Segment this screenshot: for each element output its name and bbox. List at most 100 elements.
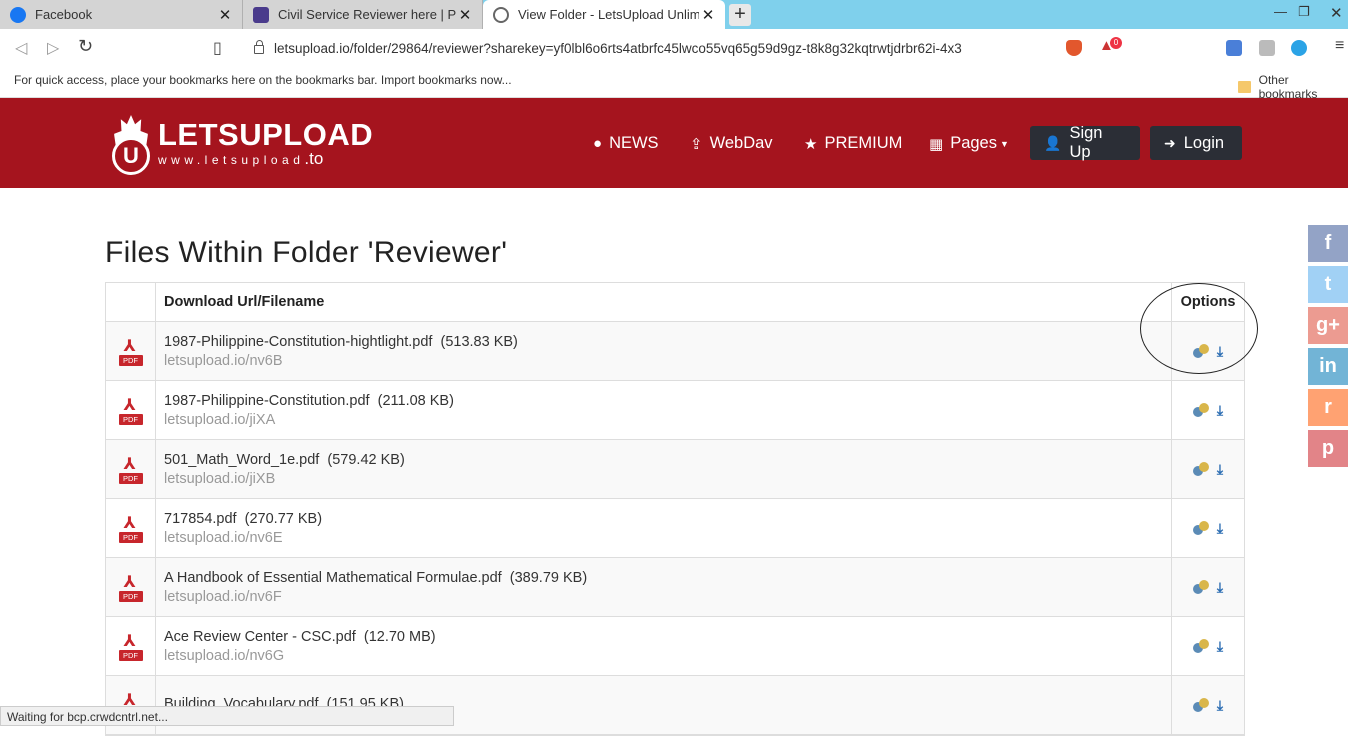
file-name-link[interactable]: 1987-Philippine-Constitution-hightlight.… xyxy=(164,334,432,350)
skype-icon[interactable] xyxy=(1291,40,1307,56)
table-row: ⅄ PDF 717854.pdf (270.77 KB) letsupload.io/… xyxy=(106,499,1244,558)
address-bar[interactable]: letsupload.io/folder/29864/reviewer?shar… xyxy=(242,34,1054,62)
brave-shield-icon[interactable] xyxy=(1066,40,1082,56)
file-name-link[interactable]: 1987-Philippine-Constitution.pdf xyxy=(164,393,370,409)
icon-column-header xyxy=(106,283,156,321)
file-name-link[interactable]: Ace Review Center - CSC.pdf xyxy=(164,629,356,645)
close-icon[interactable]: ✕ xyxy=(699,6,717,24)
file-url[interactable]: letsupload.io/jiXB xyxy=(164,471,275,487)
tab-letsupload[interactable]: View Folder - LetsUpload Unlimite ✕ xyxy=(483,0,725,29)
files-table: Download Url/Filename Options ⅄ PDF 1987-P… xyxy=(105,282,1245,736)
tab-facebook[interactable]: Facebook ✕ xyxy=(0,0,243,29)
pdf-tag: PDF xyxy=(118,532,143,543)
google-plus-share-icon[interactable]: g+ xyxy=(1308,307,1348,344)
maximize-icon[interactable]: ❐ xyxy=(1298,4,1310,20)
nav-premium-label: PREMIUM xyxy=(824,134,903,152)
import-bookmarks-link[interactable]: Import bookmarks now... xyxy=(381,73,512,87)
file-type-cell: ⅄PDF xyxy=(106,558,156,616)
nav-news[interactable]: ● NEWS xyxy=(593,134,659,153)
filename-cell: 1987-Philippine-Constitution.pdf (211.08… xyxy=(156,381,1171,439)
logo-text: LETSUPLOAD xyxy=(158,117,374,152)
file-name-link[interactable]: 501_Math_Word_1e.pdf xyxy=(164,452,319,468)
nav-premium[interactable]: ★ PREMIUM xyxy=(804,134,902,153)
share-icon[interactable] xyxy=(1192,698,1209,712)
tab-bar: Facebook ✕ Civil Service Reviewer here |… xyxy=(0,0,1348,29)
file-url[interactable]: letsupload.io/jiXA xyxy=(164,412,275,428)
user-plus-icon: 👤 xyxy=(1044,134,1062,151)
download-icon[interactable]: ⤓ xyxy=(1217,579,1223,596)
signup-button[interactable]: 👤 Sign Up xyxy=(1030,124,1140,161)
share-icon[interactable] xyxy=(1192,639,1209,653)
login-button[interactable]: ➜ Login xyxy=(1150,126,1242,160)
table-header: Download Url/Filename Options xyxy=(106,283,1244,322)
filename-cell: 717854.pdf (270.77 KB) letsupload.io/nv6E xyxy=(156,499,1171,557)
window-close-icon[interactable]: ✕ xyxy=(1330,4,1343,22)
download-icon[interactable]: ⤓ xyxy=(1217,520,1223,537)
file-url[interactable]: letsupload.io/nv6B xyxy=(164,353,283,369)
shield-extension-icon[interactable] xyxy=(1259,40,1275,56)
file-size: (270.77 KB) xyxy=(244,510,323,527)
share-icon[interactable] xyxy=(1192,403,1209,417)
table-row: ⅄ PDF 1987-Philippine-Constitution-hightli… xyxy=(106,322,1244,381)
other-bookmarks-label: Other bookmarks xyxy=(1258,73,1318,101)
table-row: ⅄ PDF A Handbook of Essential Mathematical… xyxy=(106,558,1244,617)
back-icon[interactable]: ◁ xyxy=(15,38,27,58)
pdf-tag: PDF xyxy=(118,591,143,602)
close-icon[interactable]: ✕ xyxy=(456,6,474,24)
bookmarks-bar: For quick access, place your bookmarks h… xyxy=(0,67,1348,101)
login-label: Login xyxy=(1183,133,1225,152)
pdf-tag: PDF xyxy=(118,414,143,425)
logo-tld: .to xyxy=(304,149,324,168)
download-icon[interactable]: ⤓ xyxy=(1217,402,1223,419)
logo-subtext: www.letsupload xyxy=(158,153,305,167)
file-name-link[interactable]: 717854.pdf xyxy=(164,511,237,527)
globe-icon: ● xyxy=(593,135,603,152)
close-icon[interactable]: ✕ xyxy=(216,6,234,24)
bookmark-icon[interactable]: ▯ xyxy=(213,38,222,58)
file-url[interactable]: letsupload.io/nv6E xyxy=(164,530,283,546)
filename-cell: Ace Review Center - CSC.pdf (12.70 MB) le… xyxy=(156,617,1171,675)
twitter-share-icon[interactable]: t xyxy=(1308,266,1348,303)
options-cell: ⤓ xyxy=(1171,440,1244,498)
file-url[interactable]: letsupload.io/nv6G xyxy=(164,648,284,664)
menu-icon[interactable]: ≡ xyxy=(1335,37,1344,55)
facebook-share-icon[interactable]: f xyxy=(1308,225,1348,262)
share-icon[interactable] xyxy=(1192,521,1209,535)
minimize-icon[interactable]: — xyxy=(1274,4,1287,19)
pdf-icon: ⅄PDF xyxy=(118,631,143,661)
reload-icon[interactable]: ↻ xyxy=(78,36,93,57)
lock-icon xyxy=(254,40,264,54)
tab-title: Civil Service Reviewer here | Pinoy xyxy=(278,7,456,22)
alert-badge: 0 xyxy=(1110,37,1122,49)
nav-pages[interactable]: ▦ Pages ▼ xyxy=(929,134,1009,153)
nav-webdav[interactable]: ⇪ WebDav xyxy=(690,134,773,153)
share-icon[interactable] xyxy=(1192,580,1209,594)
site-logo[interactable]: U LETSUPLOAD www.letsupload.to xyxy=(108,112,373,176)
file-name-link[interactable]: A Handbook of Essential Mathematical For… xyxy=(164,570,502,586)
folder-icon xyxy=(1238,81,1251,93)
file-size: (211.08 KB) xyxy=(377,392,454,409)
options-cell: ⤓ xyxy=(1171,499,1244,557)
filename-cell: A Handbook of Essential Mathematical For… xyxy=(156,558,1171,616)
new-tab-button[interactable]: + xyxy=(729,4,751,26)
download-icon[interactable]: ⤓ xyxy=(1217,461,1223,478)
file-url[interactable]: letsupload.io/nv6F xyxy=(164,589,282,605)
tab-civil-service[interactable]: Civil Service Reviewer here | Pinoy ✕ xyxy=(243,0,483,29)
other-bookmarks[interactable]: Other bookmarks xyxy=(1238,73,1348,101)
file-type-cell: ⅄PDF xyxy=(106,381,156,439)
reddit-share-icon[interactable]: r xyxy=(1308,389,1348,426)
download-icon[interactable]: ⤓ xyxy=(1217,638,1223,655)
download-icon[interactable]: ⤓ xyxy=(1217,697,1223,714)
share-icon[interactable] xyxy=(1192,462,1209,476)
star-icon: ★ xyxy=(804,135,818,153)
logo-letter: U xyxy=(112,137,150,175)
forward-icon[interactable]: ▷ xyxy=(47,38,59,58)
pdf-icon: ⅄PDF xyxy=(118,454,143,484)
translate-icon[interactable] xyxy=(1226,40,1242,56)
linkedin-share-icon[interactable]: in xyxy=(1308,348,1348,385)
pdf-tag: PDF xyxy=(118,650,143,661)
flame-logo-icon: U xyxy=(108,115,154,175)
pinterest-share-icon[interactable]: p xyxy=(1308,430,1348,467)
nav-news-label: NEWS xyxy=(609,134,659,152)
file-size: (389.79 KB) xyxy=(509,569,588,586)
